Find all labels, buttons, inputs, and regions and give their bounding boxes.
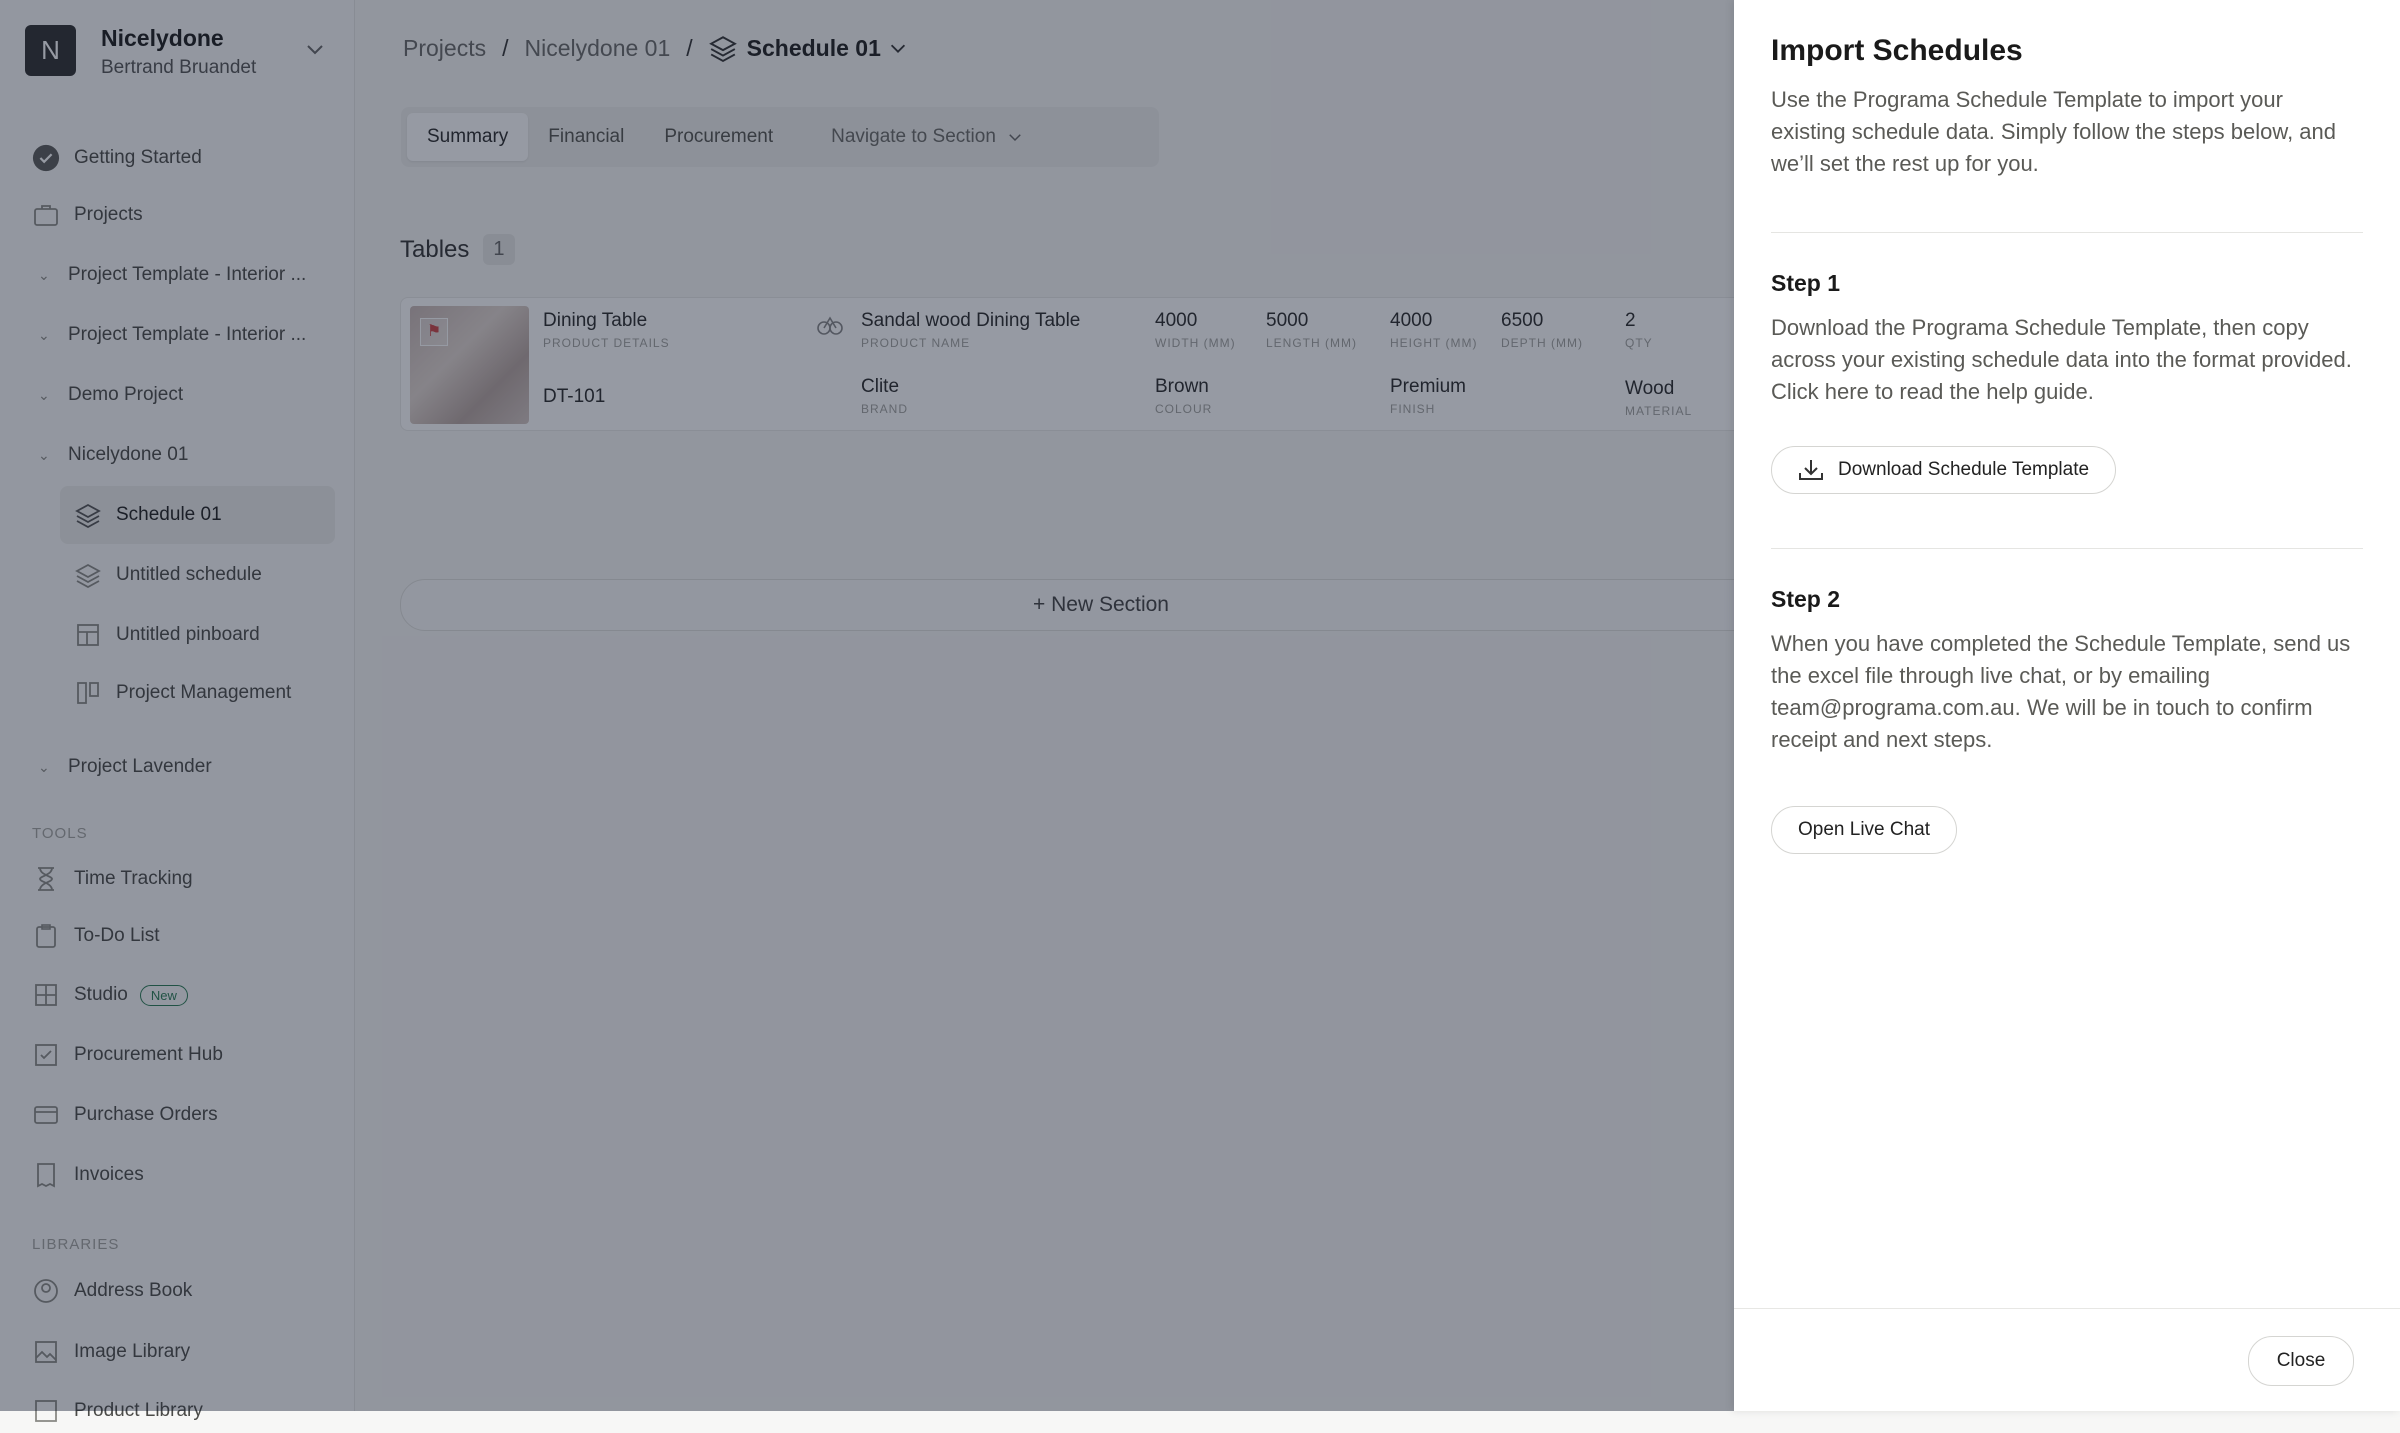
open-live-chat-label: Open Live Chat: [1798, 819, 1931, 840]
modal-backdrop[interactable]: [0, 0, 1734, 1411]
step1-title: Step 1: [1771, 270, 1841, 296]
import-schedules-drawer: Import Schedules Use the Programa Schedu…: [1734, 0, 2400, 1411]
download-template-label: Download Schedule Template: [1838, 459, 2090, 480]
drawer-footer-divider: [1734, 1308, 2400, 1309]
open-live-chat-button[interactable]: Open Live Chat: [1771, 806, 1958, 854]
download-template-button[interactable]: Download Schedule Template: [1771, 446, 2117, 494]
step1-text: Download the Programa Schedule Template,…: [1771, 315, 2352, 404]
step2-text: When you have completed the Schedule Tem…: [1771, 631, 2351, 752]
divider: [1771, 232, 2363, 233]
download-icon: [1799, 460, 1823, 480]
close-button[interactable]: Close: [2248, 1336, 2354, 1386]
step2-title: Step 2: [1771, 586, 1841, 612]
drawer-intro: Use the Programa Schedule Template to im…: [1771, 87, 2336, 176]
drawer-title: Import Schedules: [1771, 34, 2023, 67]
divider: [1771, 548, 2363, 549]
